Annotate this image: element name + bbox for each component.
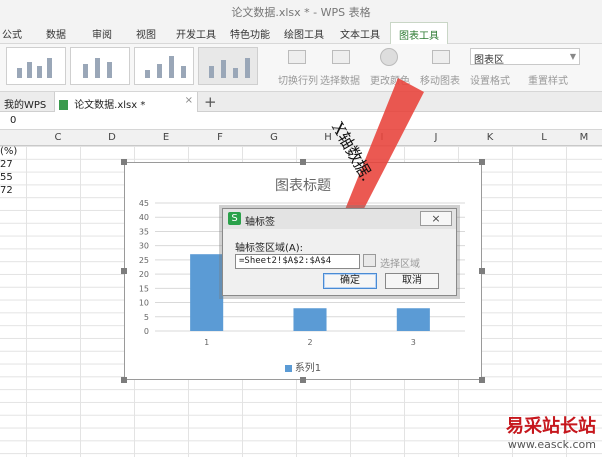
chart-style-4[interactable] <box>198 47 258 85</box>
select-data-label: 选择数据 <box>320 76 360 87</box>
chart-bar <box>190 254 224 331</box>
chart-element-select[interactable]: 图表区 ▼ <box>470 48 580 66</box>
cancel-button[interactable]: 取消 <box>385 273 439 289</box>
axis-range-input[interactable]: =Sheet2!$A$2:$A$4 <box>235 254 360 269</box>
tab-developer[interactable]: 开发工具 <box>176 26 216 41</box>
doc-tab-file[interactable]: 论文数据.xlsx * × <box>54 92 198 112</box>
tab-data[interactable]: 数据 <box>46 26 66 41</box>
cell-value[interactable]: 27 <box>0 159 13 170</box>
watermark-title: 易采站长站 <box>506 416 596 437</box>
y-tick-label: 15 <box>139 284 149 293</box>
ribbon-toolbar: 切换行列 选择数据 更改颜色 移动图表 图表区 ▼ 设置格式 重置样式 <box>0 44 602 92</box>
tab-drawing-tools[interactable]: 绘图工具 <box>284 26 324 41</box>
axis-range-label: 轴标签区域(A): <box>235 243 304 254</box>
change-color-label: 更改颜色 <box>370 76 410 87</box>
switch-row-col-button[interactable]: 切换行列 <box>278 48 318 88</box>
spreadsheet-icon <box>59 100 68 110</box>
axis-label-dialog: S 轴标签 × 轴标签区域(A): =Sheet2!$A$2:$A$4 选择区域… <box>222 208 457 296</box>
doc-tab-home-label: 我的WPS <box>4 100 47 111</box>
move-chart-button[interactable]: 移动图表 <box>420 48 460 88</box>
y-tick-label: 35 <box>139 227 149 236</box>
resize-handle[interactable] <box>479 377 485 383</box>
chart-bar <box>293 308 327 331</box>
y-tick-label: 10 <box>139 299 149 308</box>
chart-style-3[interactable] <box>134 47 194 85</box>
resize-handle[interactable] <box>479 159 485 165</box>
document-tabs: 我的WPS × 论文数据.xlsx * × + <box>0 92 602 112</box>
legend-swatch <box>284 364 292 372</box>
watermark: 易采站长站 www.easck.com <box>506 412 596 451</box>
tab-special[interactable]: 特色功能 <box>230 26 270 41</box>
formula-bar: 0 <box>0 112 602 130</box>
tab-view[interactable]: 视图 <box>136 26 156 41</box>
title-bar: 论文数据.xlsx * - WPS 表格 <box>0 0 602 22</box>
window-title: 论文数据.xlsx * - WPS 表格 <box>231 6 371 19</box>
column-header[interactable]: K <box>463 132 517 143</box>
y-tick-label: 40 <box>139 213 149 222</box>
x-tick-label: 3 <box>411 338 416 347</box>
column-header[interactable]: G <box>247 132 301 143</box>
column-headers: C D E F G H I J K L M <box>0 130 602 146</box>
select-data-button[interactable]: 选择数据 <box>320 48 360 88</box>
dialog-header: S 轴标签 × <box>223 209 456 229</box>
x-tick-label: 2 <box>307 338 312 347</box>
y-tick-label: 5 <box>144 313 149 322</box>
column-header[interactable]: M <box>557 132 602 143</box>
resize-handle[interactable] <box>121 377 127 383</box>
move-chart-label: 移动图表 <box>420 76 460 87</box>
chart-legend[interactable]: 系列1 <box>125 359 481 374</box>
chart-style-1[interactable] <box>6 47 66 85</box>
column-header[interactable]: J <box>409 132 463 143</box>
cell-reference[interactable]: 0 <box>10 115 16 126</box>
cell-value[interactable]: (%) <box>0 146 17 157</box>
reset-style-button[interactable]: 重置样式 <box>528 72 568 87</box>
column-header[interactable]: E <box>139 132 193 143</box>
dialog-title: 轴标签 <box>245 217 275 228</box>
ribbon-tabs: 公式 数据 审阅 视图 开发工具 特色功能 绘图工具 文本工具 图表工具 <box>0 22 602 66</box>
y-tick-label: 20 <box>139 270 149 279</box>
wps-logo-icon: S <box>228 212 241 225</box>
add-tab-icon[interactable]: + <box>204 93 217 111</box>
resize-handle[interactable] <box>300 377 306 383</box>
close-button[interactable]: × <box>420 211 452 226</box>
resize-handle[interactable] <box>479 268 485 274</box>
range-picker-icon[interactable] <box>363 254 376 267</box>
chart-style-2[interactable] <box>70 47 130 85</box>
set-format-button[interactable]: 设置格式 <box>470 72 510 87</box>
ok-button[interactable]: 确定 <box>323 273 377 289</box>
y-tick-label: 0 <box>144 327 149 336</box>
resize-handle[interactable] <box>300 159 306 165</box>
select-range-label[interactable]: 选择区域 <box>380 255 420 270</box>
y-tick-label: 30 <box>139 242 149 251</box>
column-header[interactable]: I <box>355 132 409 143</box>
column-header[interactable]: F <box>193 132 247 143</box>
x-tick-label: 1 <box>204 338 209 347</box>
tab-formulas[interactable]: 公式 <box>2 26 22 41</box>
switch-row-col-label: 切换行列 <box>278 76 318 87</box>
cell-value[interactable]: 55 <box>0 172 13 183</box>
chart-bar <box>396 308 430 331</box>
set-format-label: 设置格式 <box>470 76 510 87</box>
chart-element-value: 图表区 <box>474 55 504 66</box>
legend-label: 系列1 <box>294 363 322 374</box>
tab-review[interactable]: 审阅 <box>92 26 112 41</box>
close-icon[interactable]: × <box>185 95 193 106</box>
resize-handle[interactable] <box>121 268 127 274</box>
y-tick-label: 45 <box>139 199 149 208</box>
column-header[interactable]: D <box>85 132 139 143</box>
watermark-url: www.easck.com <box>507 438 596 451</box>
change-color-button[interactable]: 更改颜色 <box>370 48 410 88</box>
column-header[interactable]: C <box>31 132 85 143</box>
y-tick-label: 25 <box>139 256 149 265</box>
reset-style-label: 重置样式 <box>528 76 568 87</box>
chevron-down-icon: ▼ <box>569 52 576 61</box>
tab-text-tools[interactable]: 文本工具 <box>340 26 380 41</box>
resize-handle[interactable] <box>121 159 127 165</box>
cell-value[interactable]: 72 <box>0 185 13 196</box>
doc-tab-file-label: 论文数据.xlsx * <box>74 100 146 111</box>
